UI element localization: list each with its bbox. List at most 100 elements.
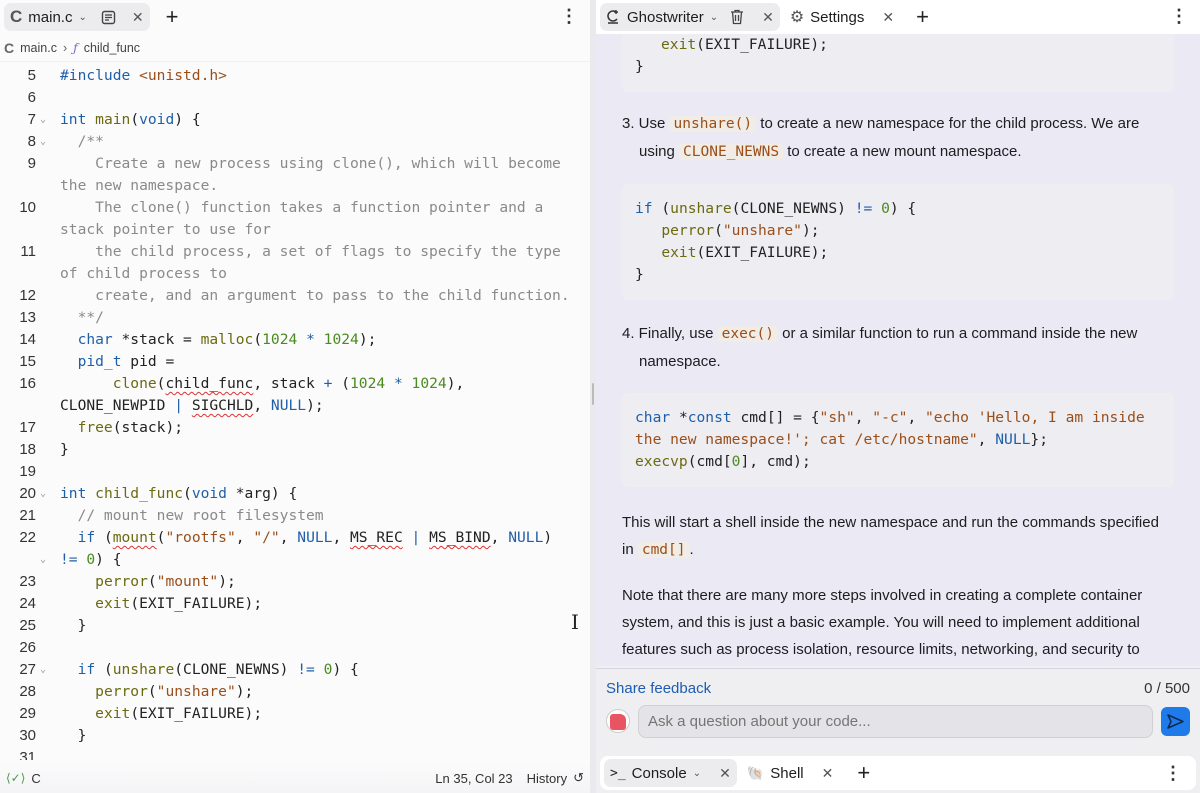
shell-icon: 🐚 [746, 764, 765, 781]
send-button[interactable] [1161, 706, 1190, 736]
code-line[interactable]: 13 **/ [0, 307, 590, 329]
chat-transcript[interactable]: exit(EXIT_FAILURE); } 3. Use unshare() t… [596, 34, 1200, 666]
gutter [36, 505, 60, 527]
code-line[interactable]: 26 [0, 637, 590, 659]
code-line[interactable]: 11 the child process, a set of flags to … [0, 241, 590, 263]
code-line[interactable]: 22 if (mount("rootfs", "/", NULL, MS_REC… [0, 527, 590, 549]
code-line[interactable]: 27 ⌄ if (unshare(CLONE_NEWNS) != 0) { [0, 659, 590, 681]
code-line[interactable]: 23 perror("mount"); [0, 571, 590, 593]
code-line[interactable]: 21 // mount new root filesystem [0, 505, 590, 527]
tab-shell[interactable]: 🐚 Shell ✕ [741, 759, 840, 787]
code-line[interactable]: 5 #include <unistd.h> [0, 65, 590, 87]
code-line[interactable]: 17 free(stack); [0, 417, 590, 439]
line-text: != 0) { [60, 551, 122, 568]
gutter [36, 527, 60, 549]
assistant-pane: Ghostwriter ⌄ ✕ ⚙ Settings ✕ + ⋮ exit(EX… [596, 0, 1200, 793]
close-icon[interactable]: ✕ [762, 9, 774, 26]
fold-chevron-icon[interactable]: ⌄ [0, 549, 60, 571]
wrapped-line: the new namespace. [0, 175, 590, 197]
code-line[interactable]: 15 pid_t pid = [0, 351, 590, 373]
chevron-down-icon[interactable]: ⌄ [78, 12, 86, 23]
code-line[interactable]: 19 [0, 461, 590, 483]
line-text [60, 637, 580, 659]
fold-chevron-icon[interactable]: ⌄ [36, 483, 60, 505]
close-icon[interactable]: ✕ [132, 9, 144, 26]
code-line[interactable]: 10 The clone() function takes a function… [0, 197, 590, 219]
line-number: 23 [19, 573, 36, 590]
more-options-icon[interactable]: ⋮ [1164, 763, 1182, 784]
gutter [36, 571, 60, 593]
code-line[interactable]: 14 char *stack = malloc(1024 * 1024); [0, 329, 590, 351]
gear-icon: ⚙ [789, 9, 805, 26]
line-number: 21 [19, 507, 36, 524]
line-text: The clone() function takes a function po… [60, 199, 544, 216]
chat-input-row [596, 703, 1200, 739]
code-block[interactable]: exit(EXIT_FAILURE); } [622, 34, 1174, 92]
language-label[interactable]: C [31, 771, 40, 786]
tab-settings[interactable]: ⚙ Settings ✕ [784, 3, 900, 31]
resize-grip[interactable] [592, 383, 594, 405]
code-line[interactable]: 24 exit(EXIT_FAILURE); [0, 593, 590, 615]
line-text: exit(EXIT_FAILURE); [95, 705, 263, 722]
breadcrumb-symbol[interactable]: child_func [84, 41, 140, 55]
code-line[interactable]: 8 ⌄ /** [0, 131, 590, 153]
line-text: the new namespace. [60, 177, 219, 194]
line-text: int child_func(void *arg) { [60, 485, 298, 502]
chevron-down-icon[interactable]: ⌄ [693, 768, 701, 779]
document-icon[interactable] [101, 10, 116, 25]
fold-chevron-icon[interactable]: ⌄ [36, 659, 60, 681]
code-line[interactable]: 31 [0, 747, 590, 760]
line-number: 27 [19, 661, 36, 678]
gutter [36, 439, 60, 461]
line-text: } [60, 617, 87, 634]
assistant-tabbar: Ghostwriter ⌄ ✕ ⚙ Settings ✕ + ⋮ [596, 0, 1200, 34]
text-cursor-icon: I [571, 610, 579, 634]
code-line[interactable]: 25 } [0, 615, 590, 637]
more-options-icon[interactable]: ⋮ [560, 6, 578, 26]
add-tab-icon[interactable]: + [166, 4, 179, 30]
code-line[interactable]: 28 perror("unshare"); [0, 681, 590, 703]
line-text: free(stack); [77, 419, 184, 436]
code-line[interactable]: 6 [0, 87, 590, 109]
fold-chevron-icon[interactable]: ⌄ [36, 131, 60, 153]
add-tab-icon[interactable]: + [857, 760, 870, 786]
line-text [60, 87, 580, 109]
more-options-icon[interactable]: ⋮ [1170, 6, 1188, 26]
code-block[interactable]: if (unshare(CLONE_NEWNS) != 0) { perror(… [622, 184, 1174, 300]
history-button[interactable]: History ↺ [527, 770, 584, 786]
tab-console[interactable]: >_ Console ⌄ ✕ [604, 759, 737, 787]
code-line[interactable]: 12 create, and an argument to pass to th… [0, 285, 590, 307]
code-editor[interactable]: 5 #include <unistd.h> 6 7 ⌄ int main(void) {8… [0, 65, 590, 760]
code-line[interactable]: 16 clone(child_func, stack + (1024 * 102… [0, 373, 590, 395]
code-line[interactable]: 29 exit(EXIT_FAILURE); [0, 703, 590, 725]
close-icon[interactable]: ✕ [822, 765, 834, 782]
fold-chevron-icon[interactable]: ⌄ [36, 109, 60, 131]
line-number: 24 [19, 595, 36, 612]
chevron-down-icon[interactable]: ⌄ [710, 12, 718, 23]
code-line[interactable]: 7 ⌄ int main(void) { [0, 109, 590, 131]
gutter [0, 263, 60, 285]
ask-question-input[interactable] [638, 704, 1153, 738]
tab-ghostwriter[interactable]: Ghostwriter ⌄ ✕ [600, 3, 780, 31]
trash-icon[interactable] [730, 9, 744, 25]
add-tab-icon[interactable]: + [916, 4, 929, 30]
message-paragraph: Note that there are many more steps invo… [622, 587, 1143, 658]
close-icon[interactable]: ✕ [719, 765, 731, 782]
line-text: of child process to [60, 265, 227, 282]
share-feedback-link[interactable]: Share feedback [606, 680, 711, 697]
code-block[interactable]: char *const cmd[] = {"sh", "-c", "echo '… [622, 393, 1174, 487]
cursor-position[interactable]: Ln 35, Col 23 [435, 771, 512, 786]
code-line[interactable]: 30 } [0, 725, 590, 747]
code-line[interactable]: 20 ⌄ int child_func(void *arg) { [0, 483, 590, 505]
line-text: /** [77, 133, 104, 150]
gutter [36, 637, 60, 659]
wrapped-line: of child process to [0, 263, 590, 285]
close-icon[interactable]: ✕ [882, 9, 894, 26]
tab-main-c[interactable]: C main.c ⌄ ✕ [4, 3, 150, 31]
code-line[interactable]: 18} [0, 439, 590, 461]
breadcrumb-file[interactable]: main.c [20, 41, 57, 55]
code-line[interactable]: 9 Create a new process using clone(), wh… [0, 153, 590, 175]
editor-tabbar: C main.c ⌄ ✕ + ⋮ [0, 0, 590, 34]
send-icon [1167, 713, 1184, 729]
line-number: 7 [27, 111, 36, 128]
